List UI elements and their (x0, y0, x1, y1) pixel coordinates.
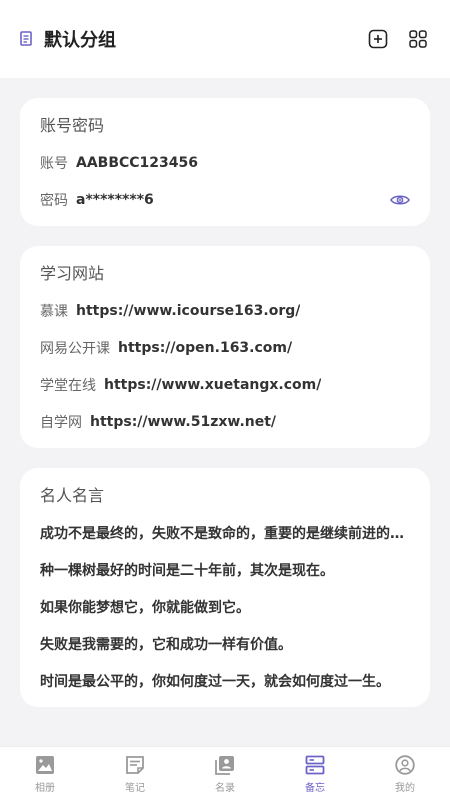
quote-text: 成功不是最终的，失败不是致命的，重要的是继续前进的勇气。 (40, 525, 410, 542)
plus-square-icon (368, 29, 388, 49)
list-item: 慕课 https://www.icourse163.org/ (40, 292, 410, 329)
grid-icon (409, 30, 427, 48)
image-icon (34, 754, 56, 776)
tab-label: 备忘 (305, 782, 325, 794)
contacts-icon (214, 754, 236, 776)
password-row: 密码 a********6 (40, 181, 410, 218)
card-famous-quotes[interactable]: 名人名言 成功不是最终的，失败不是致命的，重要的是继续前进的勇气。 种一棵树最好… (20, 468, 430, 707)
tab-memo[interactable]: 备忘 (270, 747, 360, 800)
list-item: 自学网 https://www.51zxw.net/ (40, 403, 410, 440)
bottom-tab-bar: 相册 笔记 名录 备忘 我的 (0, 746, 450, 800)
quote-item: 成功不是最终的，失败不是致命的，重要的是继续前进的勇气。 (40, 514, 410, 551)
tab-label: 名录 (215, 782, 235, 794)
row-label: 慕课 (40, 303, 68, 320)
quote-item: 时间是最公平的，你如何度过一天，就会如何度过一生。 (40, 662, 410, 699)
toggle-password-visibility[interactable] (390, 193, 410, 207)
tab-notes[interactable]: 笔记 (90, 747, 180, 800)
quote-text: 时间是最公平的，你如何度过一天，就会如何度过一生。 (40, 673, 390, 690)
note-icon (124, 754, 146, 776)
row-value: a********6 (76, 191, 154, 208)
card-title: 名人名言 (40, 486, 105, 505)
row-label: 学堂在线 (40, 377, 96, 394)
eye-icon (390, 194, 410, 205)
row-value: AABBCC123456 (76, 154, 199, 171)
row-label: 网易公开课 (40, 340, 110, 357)
list-item: 网易公开课 https://open.163.com/ (40, 329, 410, 366)
quote-text: 种一棵树最好的时间是二十年前，其次是现在。 (40, 562, 334, 579)
app-header: 默认分组 (0, 0, 450, 78)
tab-label: 笔记 (125, 782, 145, 794)
card-account-password[interactable]: 账号密码 账号 AABBCC123456 密码 a********6 (20, 98, 430, 226)
quote-item: 如果你能梦想它，你就能做到它。 (40, 588, 410, 625)
memo-list: 账号密码 账号 AABBCC123456 密码 a********6 学习网站 … (0, 78, 450, 746)
row-value: https://www.icourse163.org/ (76, 302, 301, 319)
row-label: 密码 (40, 192, 68, 209)
tab-album[interactable]: 相册 (0, 747, 90, 800)
list-item: 学堂在线 https://www.xuetangx.com/ (40, 366, 410, 403)
quote-text: 失败是我需要的，它和成功一样有价值。 (40, 636, 292, 653)
profile-icon (394, 754, 416, 776)
quote-text: 如果你能梦想它，你就能做到它。 (40, 599, 250, 616)
account-row: 账号 AABBCC123456 (40, 144, 410, 181)
tab-profile[interactable]: 我的 (360, 747, 450, 800)
tab-label: 我的 (395, 782, 415, 794)
memo-icon (304, 754, 326, 776)
grid-view-button[interactable] (406, 27, 430, 51)
list-icon (20, 30, 36, 48)
row-value: https://www.xuetangx.com/ (104, 376, 322, 393)
row-value: https://open.163.com/ (118, 339, 293, 356)
tab-directory[interactable]: 名录 (180, 747, 270, 800)
add-button[interactable] (366, 27, 390, 51)
row-label: 自学网 (40, 414, 82, 431)
quote-item: 种一棵树最好的时间是二十年前，其次是现在。 (40, 551, 410, 588)
row-label: 账号 (40, 155, 68, 172)
card-title: 账号密码 (40, 116, 105, 135)
tab-label: 相册 (35, 782, 55, 794)
row-value: https://www.51zxw.net/ (90, 413, 277, 430)
card-title: 学习网站 (40, 264, 105, 283)
card-study-websites[interactable]: 学习网站 慕课 https://www.icourse163.org/ 网易公开… (20, 246, 430, 448)
quote-item: 失败是我需要的，它和成功一样有价值。 (40, 625, 410, 662)
page-title: 默认分组 (44, 30, 116, 51)
